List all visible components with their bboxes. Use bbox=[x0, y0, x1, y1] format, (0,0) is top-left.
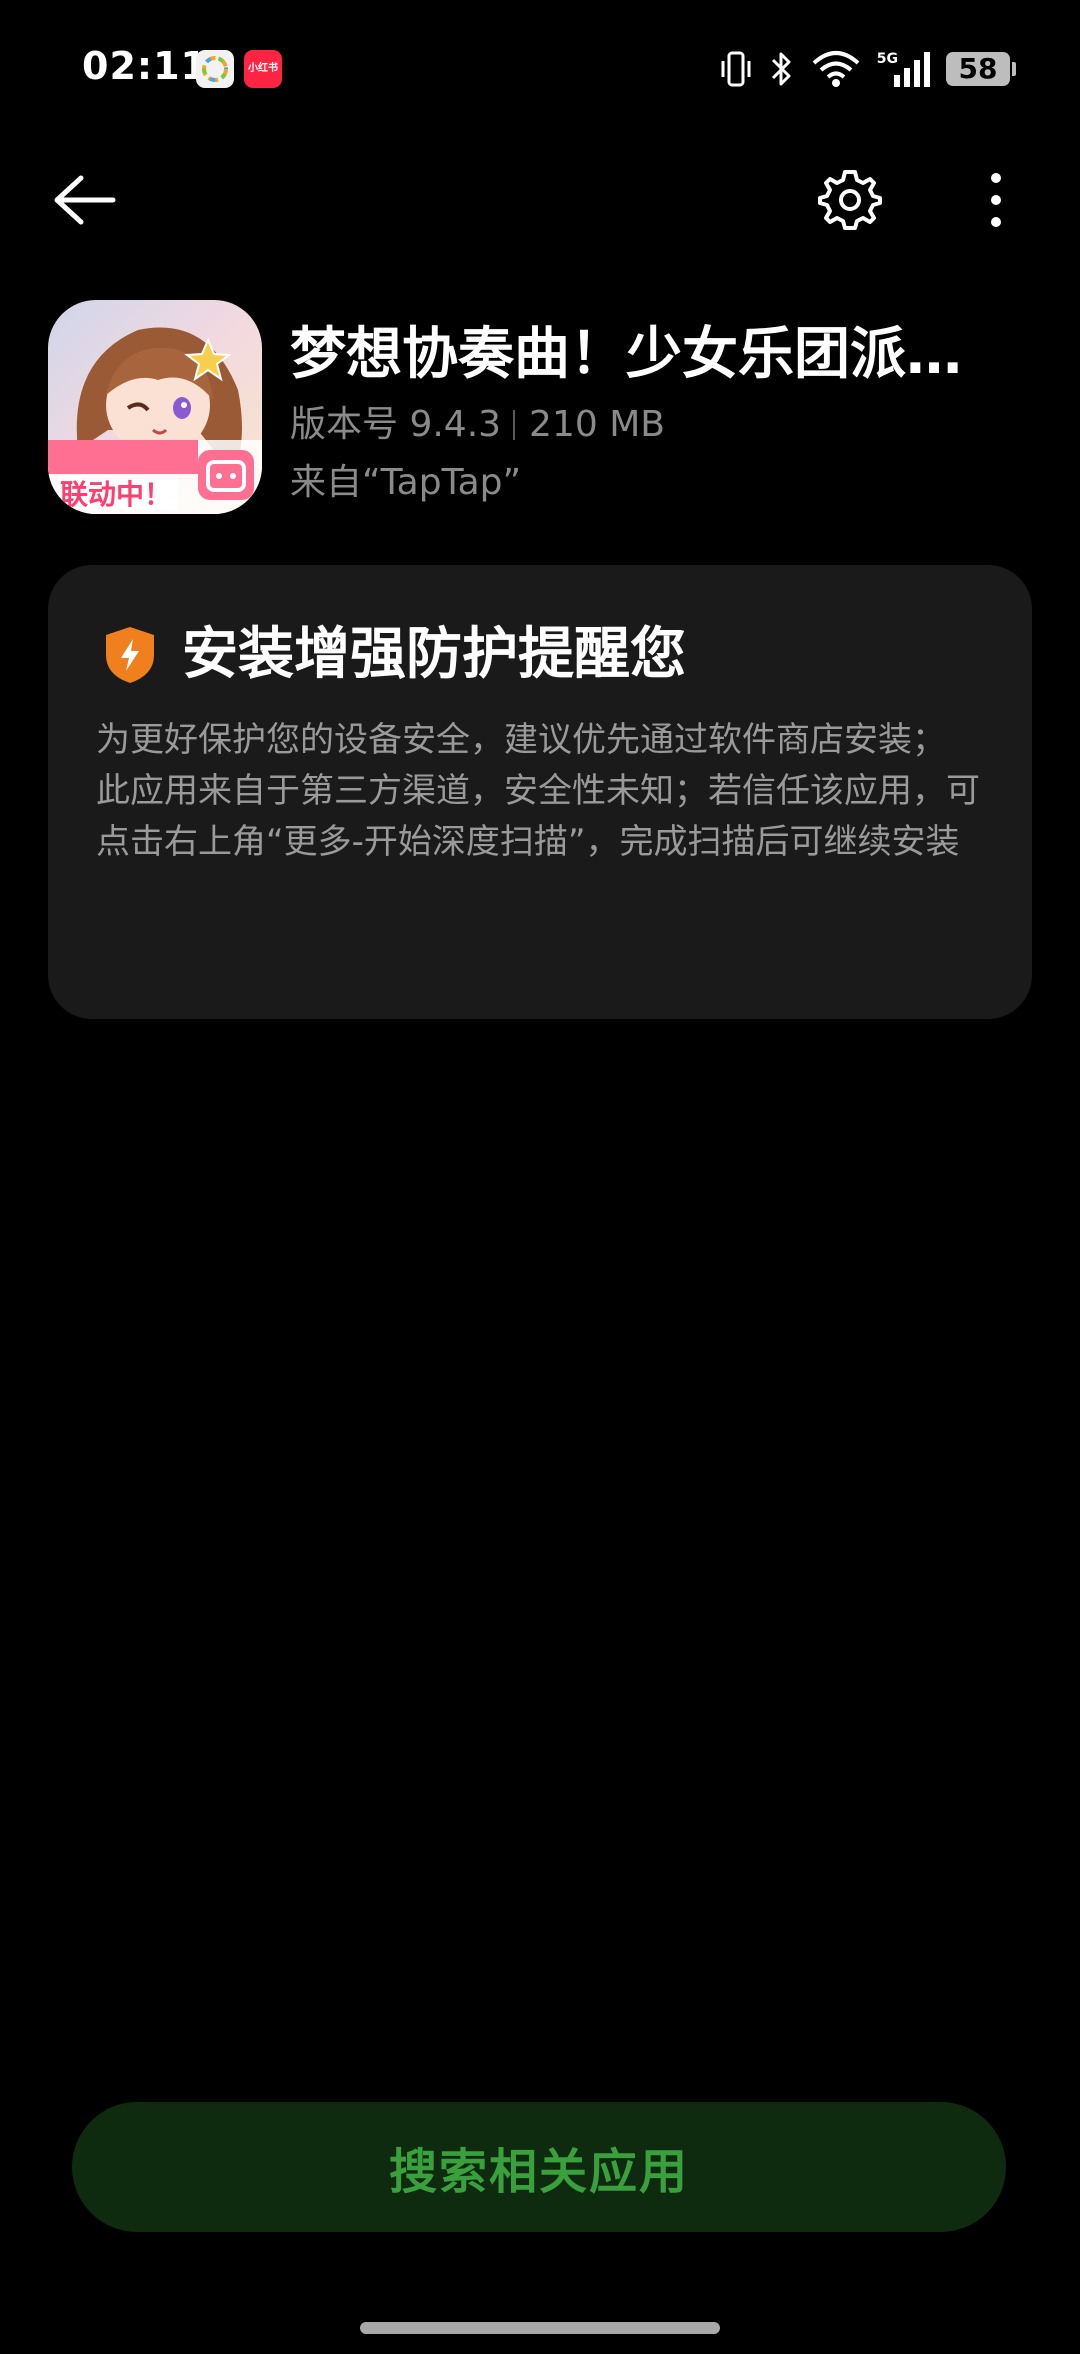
vibrate-icon bbox=[721, 51, 751, 87]
gallery-icon bbox=[196, 50, 234, 88]
back-button[interactable] bbox=[44, 160, 124, 240]
back-arrow-icon bbox=[54, 175, 116, 225]
app-source: 来自“TapTap” bbox=[290, 462, 522, 503]
network-type-label: 5G bbox=[876, 51, 898, 67]
app-icon-text: 联动中！ bbox=[60, 478, 172, 511]
security-warning-card: 安装增强防护提醒您 为更好保护您的设备安全，建议优先通过软件商店安装； 此应用来… bbox=[48, 565, 1032, 1019]
search-related-apps-button[interactable]: 搜索相关应用 bbox=[72, 2102, 1006, 2232]
more-vertical-icon bbox=[991, 173, 1001, 227]
status-icons: 5G 58 bbox=[719, 46, 1016, 92]
app-version: 版本号 9.4.3 bbox=[290, 404, 502, 445]
status-bar: 02:11 小红书 5G 58 bbox=[0, 0, 1080, 140]
xiaohongshu-icon: 小红书 bbox=[244, 50, 282, 88]
battery-indicator: 58 bbox=[946, 52, 1016, 86]
home-indicator[interactable] bbox=[360, 2322, 720, 2334]
warning-body: 为更好保护您的设备安全，建议优先通过软件商店安装； 此应用来自于第三方渠道，安全… bbox=[96, 715, 986, 868]
wifi-icon bbox=[812, 51, 860, 87]
status-time: 02:11 bbox=[82, 44, 208, 88]
bluetooth-icon bbox=[771, 52, 791, 86]
app-size: 210 MB bbox=[529, 404, 665, 445]
shield-icon bbox=[102, 625, 158, 685]
app-name: 梦想协奏曲！少女乐团派… bbox=[290, 322, 962, 387]
meta-divider bbox=[513, 410, 516, 440]
gear-icon bbox=[818, 170, 882, 230]
settings-button[interactable] bbox=[810, 160, 890, 240]
warning-line-2: 此应用来自于第三方渠道，安全性未知；若信任该应用，可点击右上角“更多-开始深度扫… bbox=[96, 771, 980, 862]
more-options-button[interactable] bbox=[956, 160, 1036, 240]
app-meta: 版本号 9.4.3 210 MB bbox=[290, 400, 665, 450]
warning-title: 安装增强防护提醒您 bbox=[182, 622, 686, 687]
app-icon: 联动中！ bbox=[48, 300, 262, 514]
warning-line-1: 为更好保护您的设备安全，建议优先通过软件商店安装； bbox=[96, 720, 946, 760]
